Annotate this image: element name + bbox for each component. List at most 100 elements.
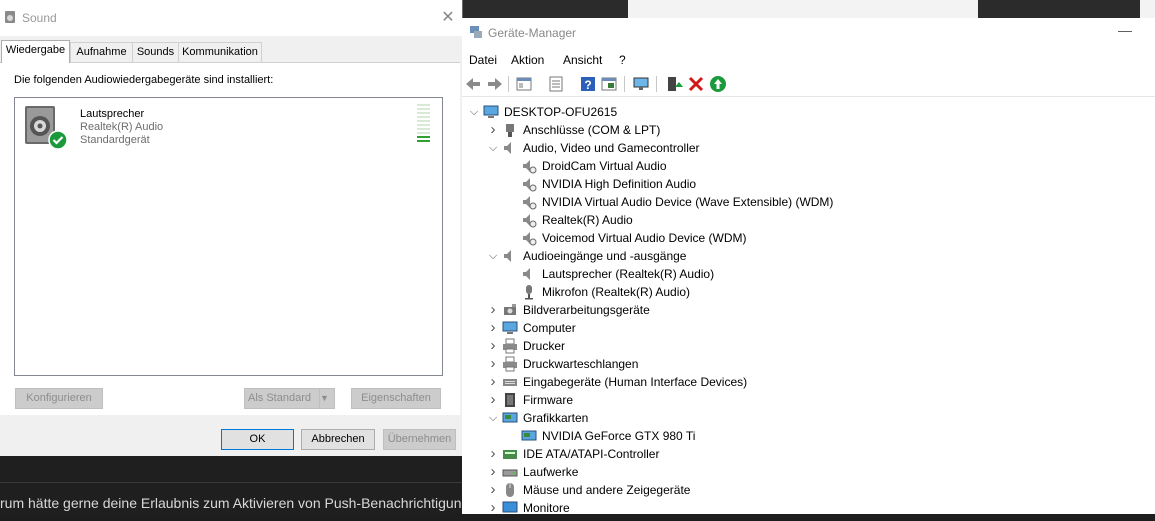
collapse-chevron-icon[interactable]: ⌵	[487, 139, 499, 157]
apply-button[interactable]: Übernehmen	[383, 429, 456, 450]
port-icon	[502, 122, 518, 138]
tree-node-label: Audioeingänge und -ausgänge	[523, 249, 687, 263]
tree-node-label: Laufwerke	[523, 465, 579, 479]
expand-chevron-icon[interactable]: ›	[487, 481, 499, 499]
tree-node-label: DroidCam Virtual Audio	[542, 159, 667, 173]
device-name: Lautsprecher	[80, 108, 145, 120]
gpu-icon	[502, 410, 518, 426]
set-default-button[interactable]: Als Standard ▼	[244, 388, 335, 409]
expand-chevron-icon[interactable]: ›	[487, 301, 499, 319]
ok-button[interactable]: OK	[221, 429, 294, 450]
menu-bar: Datei Aktion Ansicht ?	[462, 50, 1155, 70]
tree-node-label: Lautsprecher (Realtek(R) Audio)	[542, 267, 715, 281]
tab-kommunikation[interactable]: Kommunikation	[178, 42, 262, 62]
tree-node-label: Computer	[523, 321, 576, 335]
list-icon[interactable]	[547, 75, 565, 93]
volume-meter-segment	[417, 120, 430, 122]
tree-node-label: Audio, Video und Gamecontroller	[523, 141, 700, 155]
menu-ansicht[interactable]: Ansicht	[563, 50, 602, 70]
tree-node-label: Druckwarteschlangen	[523, 357, 639, 371]
view-icon[interactable]	[600, 75, 618, 93]
menu-aktion[interactable]: Aktion	[511, 50, 544, 70]
collapse-chevron-icon[interactable]: ⌵	[487, 247, 499, 265]
audio-icon	[521, 266, 537, 282]
mouse-icon	[502, 482, 518, 498]
expand-chevron-icon[interactable]: ›	[487, 319, 499, 337]
tree-node-label: Realtek(R) Audio	[542, 213, 633, 227]
tree-node-label: IDE ATA/ATAPI-Controller	[523, 447, 660, 461]
volume-meter-segment	[417, 132, 430, 134]
device-list[interactable]	[14, 97, 443, 376]
back-icon[interactable]	[464, 75, 482, 93]
audio-icon	[502, 248, 518, 264]
device-status: Standardgerät	[80, 134, 150, 146]
close-icon[interactable]: ✕	[440, 10, 456, 26]
tree-node-label: NVIDIA Virtual Audio Device (Wave Extens…	[542, 195, 834, 209]
audiodev-icon	[521, 212, 537, 228]
toolbar: ?	[462, 72, 1155, 97]
tab-aufnahme[interactable]: Aufnahme	[70, 42, 133, 62]
hid-icon	[502, 374, 518, 390]
expand-chevron-icon[interactable]: ›	[487, 373, 499, 391]
speaker-icon	[5, 11, 15, 23]
background-window-edge	[1140, 0, 1155, 18]
volume-meter-segment	[417, 116, 430, 118]
sound-titlebar[interactable]	[0, 0, 462, 36]
tree-node-label: NVIDIA High Definition Audio	[542, 177, 697, 191]
printer-icon	[502, 338, 518, 354]
minimize-button[interactable]: —	[1118, 22, 1132, 38]
forward-icon[interactable]	[486, 75, 504, 93]
push-notification-text: rum hätte gerne deine Erlaubnis zum Akti…	[0, 495, 462, 511]
volume-meter-segment	[417, 124, 430, 126]
panel-heading: Die folgenden Audiowiedergabegeräte sind…	[14, 74, 274, 86]
volume-meter-segment	[417, 140, 430, 142]
update-driver-icon[interactable]	[665, 75, 683, 93]
menu-help[interactable]: ?	[619, 50, 626, 70]
audiodev-icon	[521, 158, 537, 174]
svg-text:?: ?	[584, 78, 591, 92]
volume-meter-segment	[417, 128, 430, 130]
volume-meter-segment	[417, 108, 430, 110]
speaker-device-icon[interactable]	[22, 104, 68, 150]
help-icon[interactable]: ?	[579, 75, 597, 93]
expand-chevron-icon[interactable]: ›	[487, 337, 499, 355]
collapse-chevron-icon[interactable]: ⌵	[487, 409, 499, 427]
camera-icon	[502, 302, 518, 318]
expand-chevron-icon[interactable]: ›	[487, 391, 499, 409]
audio-icon	[502, 140, 518, 156]
tree-node-label: Drucker	[523, 339, 566, 353]
expand-chevron-icon[interactable]: ›	[487, 463, 499, 481]
menu-datei[interactable]: Datei	[469, 50, 497, 70]
uninstall-icon[interactable]	[687, 75, 705, 93]
tree-node-label: Eingabegeräte (Human Interface Devices)	[523, 375, 748, 389]
tree-node-label: Mikrofon (Realtek(R) Audio)	[542, 285, 691, 299]
tree-node-label: Firmware	[523, 393, 573, 407]
properties-button[interactable]: Eigenschaften	[351, 388, 441, 409]
properties-grid-icon[interactable]	[515, 75, 533, 93]
enable-icon[interactable]	[709, 75, 727, 93]
audiodev-icon	[521, 194, 537, 210]
device-manager-icon	[470, 26, 482, 38]
computer-icon	[502, 320, 518, 336]
sound-title: Sound	[22, 11, 57, 25]
expand-chevron-icon[interactable]: ›	[487, 121, 499, 139]
toolbar-separator	[508, 76, 509, 92]
tree-node-label: Mäuse und andere Zeigegeräte	[523, 483, 691, 497]
tree-node-label: Voicemod Virtual Audio Device (WDM)	[542, 231, 747, 245]
chevron-down-icon[interactable]: ▼	[319, 389, 334, 408]
configure-button[interactable]: Konfigurieren	[15, 388, 103, 409]
tree-node-label: Anschlüsse (COM & LPT)	[523, 123, 661, 137]
expand-chevron-icon[interactable]: ›	[487, 499, 499, 517]
printer-icon	[502, 356, 518, 372]
computer-icon	[483, 104, 499, 120]
tab-wiedergabe[interactable]: Wiedergabe	[1, 40, 70, 63]
toolbar-separator	[656, 76, 657, 92]
tree-node-label: Bildverarbeitungsgeräte	[523, 303, 650, 317]
tree-node-label: DESKTOP-OFU2615	[504, 105, 618, 119]
expand-chevron-icon[interactable]: ›	[487, 355, 499, 373]
monitor-icon[interactable]	[632, 75, 650, 93]
cancel-button[interactable]: Abbrechen	[301, 429, 375, 450]
collapse-chevron-icon[interactable]: ⌵	[468, 103, 480, 121]
expand-chevron-icon[interactable]: ›	[487, 445, 499, 463]
tab-sounds[interactable]: Sounds	[132, 42, 179, 62]
